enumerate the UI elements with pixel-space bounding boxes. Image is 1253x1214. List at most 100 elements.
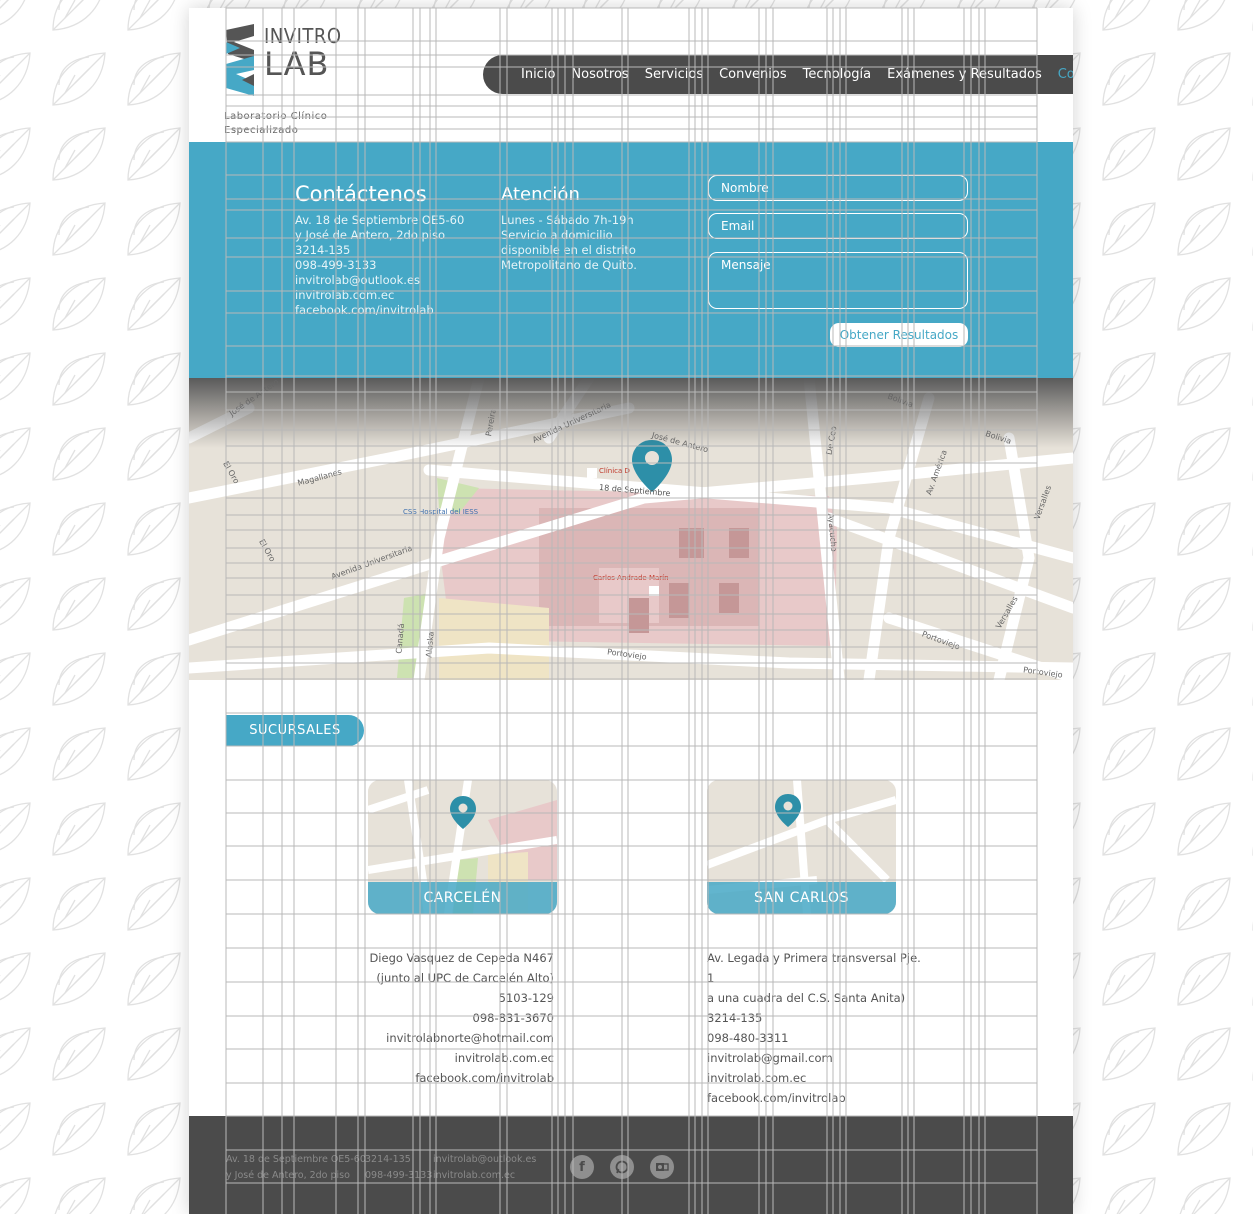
branch-line[interactable]: invitrolab.com.ec (349, 1048, 554, 1068)
leaf-pattern-icon (0, 652, 31, 701)
branch-line[interactable]: facebook.com/invitrolab (707, 1088, 927, 1108)
footer-line[interactable]: invitrolab@outlook.es (433, 1152, 536, 1168)
footer-phones: 3214-135 098-499-3133 (365, 1152, 432, 1184)
leaf-pattern-icon (1102, 577, 1156, 631)
leaf-pattern-icon (1102, 1102, 1156, 1156)
leaf-pattern-icon (1102, 352, 1156, 406)
leaf-pattern-icon (1245, 1170, 1253, 1214)
branch-name: CARCELÉN (368, 882, 557, 914)
nav-item-servicios[interactable]: Servicios (645, 67, 703, 82)
location-map[interactable]: José de Antero Avenida Universitaria Jos… (189, 378, 1073, 680)
leaf-pattern-icon (1252, 21, 1253, 31)
nav-item-convenios[interactable]: Convenios (719, 67, 787, 82)
attention-line: Servicio a domicilio (501, 228, 613, 242)
branch-line[interactable]: invitrolab.com.ec (707, 1068, 927, 1088)
leaf-pattern-icon (127, 802, 181, 856)
leaf-pattern-icon (0, 502, 31, 551)
leaf-pattern-icon (0, 727, 31, 776)
email-field[interactable] (708, 213, 968, 239)
leaf-pattern-icon (1102, 427, 1156, 481)
map-top-shade (189, 378, 1073, 448)
tagline: Laboratorio Clínico Especializado (224, 110, 344, 138)
branch-name: SAN CARLOS (707, 882, 896, 914)
leaf-pattern-icon (1177, 427, 1231, 481)
branch-line[interactable]: facebook.com/invitrolab (349, 1068, 554, 1088)
leaf-pattern-icon (1177, 202, 1231, 256)
footer-line: y José de Antero, 2do piso (226, 1170, 350, 1181)
leaf-pattern-icon (127, 1027, 181, 1081)
tagline-line: Laboratorio Clínico (224, 111, 328, 122)
leaf-pattern-icon (52, 277, 106, 331)
footer-web: invitrolab@outlook.es invitrolab.com.ec (433, 1152, 536, 1184)
sucursales-tab[interactable]: SUCURSALES (226, 715, 364, 746)
leaf-pattern-icon (1252, 96, 1253, 106)
branch-line[interactable]: invitrolabnorte@hotmail.com (349, 1028, 554, 1048)
leaf-pattern-icon (127, 202, 181, 256)
leaf-pattern-icon (0, 802, 31, 851)
leaf-pattern-icon (52, 802, 106, 856)
tagline-line: Especializado (224, 125, 299, 136)
contact-details: Av. 18 de Septiembre OE5-60 y José de An… (295, 213, 464, 318)
name-field[interactable] (708, 175, 968, 201)
attention-details: Lunes - Sábado 7h-19h Servicio a domicil… (501, 213, 637, 273)
branch-card-san-carlos[interactable]: SAN CARLOS (707, 780, 896, 914)
leaf-pattern-icon (1177, 727, 1231, 781)
contact-line: y José de Antero, 2do piso (295, 228, 446, 242)
nav-item-tecnologia[interactable]: Tecnología (803, 67, 871, 82)
leaf-pattern-icon (127, 277, 181, 331)
leaf-pattern-icon (1252, 546, 1253, 556)
branch-line: 5103-129 (498, 991, 554, 1005)
leaf-pattern-icon (0, 877, 31, 926)
leaf-pattern-icon (1102, 277, 1156, 331)
leaf-pattern-icon (0, 0, 26, 26)
footer-line: 3214-135 (365, 1154, 411, 1165)
logo[interactable]: INVITRO LAB (224, 22, 341, 102)
nav-item-contacto[interactable]: Contacto (1058, 67, 1073, 82)
leaf-pattern-icon (1102, 502, 1156, 556)
leaf-pattern-icon (1102, 877, 1156, 931)
main-nav: Inicio Nosotros Servicios Convenios Tecn… (483, 55, 1073, 94)
branch-line: a una cuadra del C.S. Santa Anita) (707, 991, 906, 1005)
leaf-pattern-icon (1252, 771, 1253, 781)
logo-mark-icon (226, 24, 254, 96)
branch-card-carcelen[interactable]: CARCELÉN (368, 780, 557, 914)
footer-line: Av. 18 de Septiembre OE5-60 (226, 1154, 366, 1165)
outlook-icon[interactable] (650, 1155, 674, 1179)
contact-line[interactable]: invitrolab@outlook.es (295, 273, 464, 288)
branch-line[interactable]: invitrolab@gmail.com (707, 1048, 927, 1068)
message-field[interactable] (708, 252, 968, 309)
contact-line[interactable]: invitrolab.com.ec (295, 288, 464, 303)
branch-line: 098-480-3311 (707, 1031, 789, 1045)
footer-line[interactable]: invitrolab.com.ec (433, 1168, 536, 1184)
leaf-pattern-icon (1177, 1027, 1231, 1081)
facebook-icon[interactable]: f (570, 1155, 594, 1179)
submit-button[interactable]: Obtener Resultados (830, 323, 968, 347)
leaf-pattern-icon (52, 1027, 106, 1081)
contact-line[interactable]: facebook.com/invitrolab (295, 303, 464, 318)
leaf-pattern-icon (1177, 127, 1231, 181)
leaf-pattern-icon (1177, 877, 1231, 931)
footer: Av. 18 de Septiembre OE5-60 y José de An… (189, 1116, 1073, 1214)
leaf-pattern-icon (0, 427, 31, 476)
nav-item-examenes[interactable]: Exámenes y Resultados (887, 67, 1042, 82)
leaf-pattern-icon (52, 0, 101, 31)
branch-line: Diego Vasquez de Cepeda N467 (369, 951, 554, 965)
leaf-pattern-icon (52, 1102, 106, 1156)
leaf-pattern-icon (54, 1177, 106, 1214)
leaf-pattern-icon (0, 1102, 31, 1151)
leaf-pattern-icon (127, 427, 181, 481)
leaf-pattern-icon (0, 577, 31, 626)
whatsapp-icon[interactable] (610, 1155, 634, 1179)
leaf-pattern-icon (1252, 321, 1253, 331)
contact-line: 3214-135 (295, 243, 351, 257)
leaf-pattern-icon (0, 352, 31, 401)
leaf-pattern-icon (1179, 1177, 1231, 1214)
footer-address: Av. 18 de Septiembre OE5-60 y José de An… (226, 1152, 366, 1184)
leaf-pattern-icon (1252, 846, 1253, 856)
leaf-pattern-icon (1252, 1071, 1253, 1081)
leaf-pattern-icon (1102, 1027, 1156, 1081)
nav-item-nosotros[interactable]: Nosotros (571, 67, 628, 82)
leaf-pattern-icon (1177, 577, 1231, 631)
nav-item-inicio[interactable]: Inicio (521, 67, 555, 82)
leaf-pattern-icon (1102, 127, 1156, 181)
